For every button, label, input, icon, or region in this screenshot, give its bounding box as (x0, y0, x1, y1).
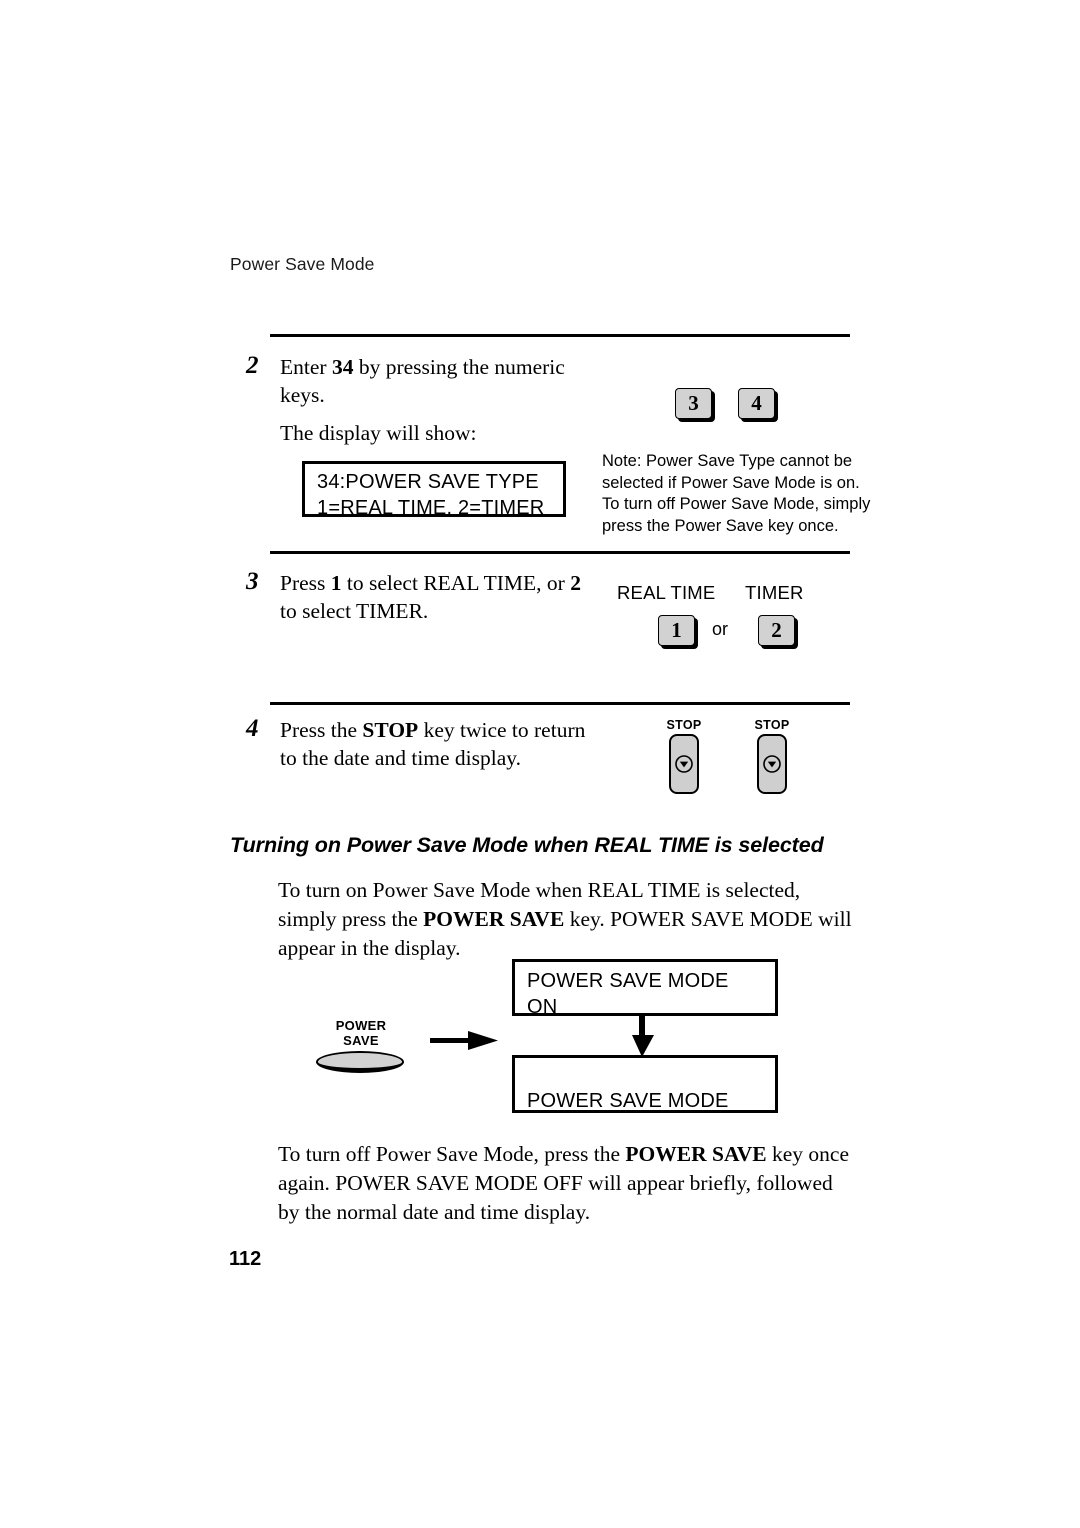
step-4-number: 4 (246, 715, 259, 742)
stop-key-label: STOP (754, 718, 790, 732)
page-number: 112 (229, 1248, 262, 1270)
section-divider-2 (270, 551, 850, 554)
caption-real-time: REAL TIME (617, 582, 716, 603)
arrow-right-icon (430, 1031, 498, 1050)
section-divider-3 (270, 702, 850, 705)
circled-down-triangle-icon (763, 755, 781, 773)
stop-key-body[interactable] (757, 734, 787, 794)
power-save-key[interactable]: POWER SAVE (316, 1018, 406, 1073)
stop-key-first[interactable]: STOP (662, 718, 706, 794)
lcd-display-power-save-mode: POWER SAVE MODE (512, 1055, 778, 1113)
section-divider-1 (270, 334, 850, 337)
step-4-lead: Press the (280, 718, 363, 742)
step-3-bold-2: 2 (570, 571, 581, 595)
power-save-key-oval[interactable] (316, 1051, 404, 1073)
step-4-bold: STOP (362, 718, 419, 742)
lcd-display-power-save-type: 34:POWER SAVE TYPE 1=REAL TIME, 2=TIMER (302, 461, 566, 519)
lcd-display-power-save-on: POWER SAVE MODE ON (512, 959, 778, 1018)
step-3-lead: Press (280, 571, 331, 595)
step-3-text: Press 1 to select REAL TIME, or 2 to sel… (280, 569, 600, 625)
section-paragraph-2: To turn off Power Save Mode, press the P… (278, 1140, 858, 1227)
paragraph-2-lead: To turn off Power Save Mode, press the (278, 1142, 626, 1166)
section-heading: Turning on Power Save Mode when REAL TIM… (230, 833, 824, 857)
step-2-bold: 34 (331, 355, 354, 379)
lcd-off-line-1: POWER SAVE MODE (527, 1090, 729, 1112)
lcd-on-line-1: POWER SAVE MODE (527, 970, 729, 992)
step-3-number: 3 (246, 568, 259, 595)
arrow-down-icon (632, 1013, 654, 1057)
side-note-text: Note: Power Save Type cannot be selected… (602, 452, 871, 535)
numeric-key-1[interactable]: 1 (658, 615, 695, 646)
numeric-key-2[interactable]: 2 (758, 615, 795, 646)
step-4-text: Press the STOP key twice to return to th… (280, 716, 600, 772)
step-3-bold-1: 1 (330, 571, 342, 595)
caption-timer: TIMER (745, 582, 804, 603)
paragraph-2-bold: POWER SAVE (625, 1142, 767, 1166)
or-label: or (712, 619, 729, 639)
section-paragraph-1: To turn on Power Save Mode when REAL TIM… (278, 876, 858, 963)
lcd-line-1: 34:POWER SAVE TYPE (317, 471, 539, 493)
paragraph-1-bold: POWER SAVE (423, 907, 565, 931)
numeric-key-4[interactable]: 4 (738, 388, 775, 419)
step-2-lead: Enter (280, 355, 332, 379)
running-header: Power Save Mode (230, 254, 375, 274)
lcd-line-2: 1=REAL TIME, 2=TIMER (317, 497, 545, 519)
stop-key-label: STOP (666, 718, 702, 732)
step-2-number: 2 (246, 352, 259, 379)
numeric-key-3[interactable]: 3 (675, 388, 712, 419)
flow-arrow-right (430, 1028, 502, 1059)
manual-page: Power Save Mode 2 Enter 34 by pressing t… (0, 0, 1080, 1528)
stop-key-second[interactable]: STOP (750, 718, 794, 794)
stop-key-body[interactable] (669, 734, 699, 794)
step-2-followup: The display will show: (280, 421, 477, 445)
circled-down-triangle-icon (675, 755, 693, 773)
power-save-key-label: POWER SAVE (335, 1018, 387, 1048)
step-3-tail: to select TIMER. (280, 599, 429, 623)
step-2-text: Enter 34 by pressing the numeric keys. (280, 353, 580, 409)
step-3-mid: to select REAL TIME, or (341, 571, 571, 595)
